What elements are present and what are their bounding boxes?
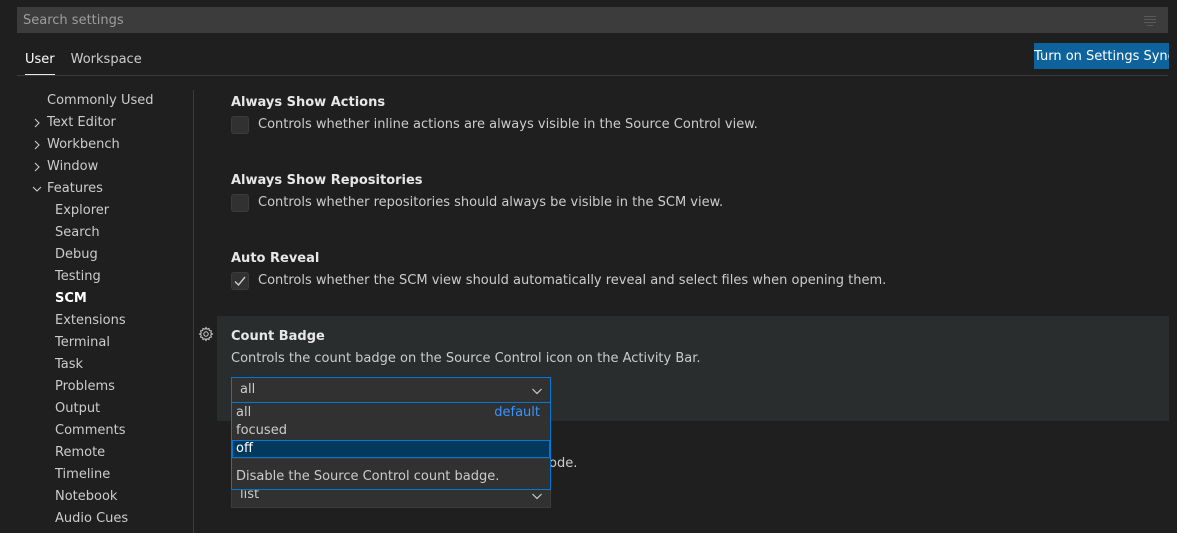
toc-item-problems[interactable]: Problems <box>0 376 193 398</box>
settings-toc: Commonly Used Text Editor Workbench Wind… <box>0 90 193 530</box>
toc-item-features[interactable]: Features <box>0 178 193 200</box>
setting-title: Count Badge <box>231 329 325 344</box>
auto-reveal-checkbox[interactable] <box>231 272 249 290</box>
toc-item-label: Text Editor <box>47 115 116 130</box>
toc-item-label: Features <box>47 181 103 196</box>
toc-item-text-editor[interactable]: Text Editor <box>0 112 193 134</box>
settings-scope-tabs: User Workspace <box>17 44 150 75</box>
toc-item-window[interactable]: Window <box>0 156 193 178</box>
always-show-actions-checkbox[interactable] <box>231 116 249 134</box>
chevron-down-icon <box>530 383 544 397</box>
toc-item-extensions[interactable]: Extensions <box>0 310 193 332</box>
toc-item-timeline[interactable]: Timeline <box>0 464 193 486</box>
chevron-right-icon <box>31 112 43 134</box>
chevron-down-icon <box>31 178 43 200</box>
select-value: all <box>240 382 256 397</box>
tabs-divider <box>17 75 1168 76</box>
toc-item-search[interactable]: Search <box>0 222 193 244</box>
default-tag: default <box>494 405 540 420</box>
toc-item-testing[interactable]: Testing <box>0 266 193 288</box>
setting-always-show-repositories: Always Show Repositories Controls whethe… <box>231 170 723 214</box>
filter-icon[interactable] <box>1139 9 1161 31</box>
toc-item-terminal[interactable]: Terminal <box>0 332 193 354</box>
option-description: Disable the Source Control count badge. <box>232 458 550 490</box>
toc-item-workbench[interactable]: Workbench <box>0 134 193 156</box>
toc-item-comments[interactable]: Comments <box>0 420 193 442</box>
tab-workspace[interactable]: Workspace <box>63 44 150 75</box>
setting-auto-reveal: Auto Reveal Controls whether the SCM vie… <box>231 248 886 292</box>
toc-item-commonly-used[interactable]: Commonly Used <box>0 90 193 112</box>
count-badge-dropdown: all default focused off Disable the Sour… <box>231 403 551 490</box>
setting-always-show-actions: Always Show Actions Controls whether inl… <box>231 92 758 136</box>
always-show-repositories-checkbox[interactable] <box>231 194 249 212</box>
setting-description: Controls whether inline actions are alwa… <box>231 114 758 136</box>
option-label: off <box>236 441 253 456</box>
option-label: all <box>236 405 252 420</box>
toc-item-scm[interactable]: SCM <box>0 288 193 310</box>
search-input[interactable] <box>23 12 1139 28</box>
toc-item-audio-cues[interactable]: Audio Cues <box>0 508 193 530</box>
toc-item-output[interactable]: Output <box>0 398 193 420</box>
dropdown-option-off[interactable]: off <box>232 440 550 458</box>
checkbox-label: Controls whether repositories should alw… <box>258 195 724 210</box>
toc-item-explorer[interactable]: Explorer <box>0 200 193 222</box>
toc-divider <box>193 90 194 533</box>
toc-item-task[interactable]: Task <box>0 354 193 376</box>
dropdown-option-all[interactable]: all default <box>232 404 550 422</box>
gear-icon[interactable] <box>198 326 214 342</box>
turn-on-settings-sync-button[interactable]: Turn on Settings Sync <box>1034 43 1169 69</box>
toc-item-remote[interactable]: Remote <box>0 442 193 464</box>
setting-description: Controls whether repositories should alw… <box>231 192 723 214</box>
setting-count-badge: Count Badge Controls the count badge on … <box>231 326 701 370</box>
toc-item-notebook[interactable]: Notebook <box>0 486 193 508</box>
checkbox-label: Controls whether inline actions are alwa… <box>258 117 758 132</box>
chevron-right-icon <box>31 156 43 178</box>
toc-item-label: Window <box>47 159 99 174</box>
count-badge-select[interactable]: all <box>231 377 551 403</box>
chevron-down-icon <box>530 488 544 502</box>
setting-title: Always Show Actions <box>231 95 386 110</box>
dropdown-option-focused[interactable]: focused <box>232 422 550 440</box>
setting-title: Auto Reveal <box>231 251 320 266</box>
checkmark-icon <box>234 276 246 287</box>
chevron-right-icon <box>31 134 43 156</box>
setting-description: Controls the count badge on the Source C… <box>231 351 701 366</box>
toc-item-debug[interactable]: Debug <box>0 244 193 266</box>
toc-item-label: Workbench <box>47 137 120 152</box>
setting-title: Always Show Repositories <box>231 173 423 188</box>
option-label: focused <box>236 423 287 438</box>
tab-user[interactable]: User <box>17 44 63 75</box>
search-settings-box <box>17 7 1168 33</box>
setting-description: Controls whether the SCM view should aut… <box>231 270 886 292</box>
checkbox-label: Controls whether the SCM view should aut… <box>258 273 887 288</box>
partial-setting-description: ode. <box>549 456 578 471</box>
